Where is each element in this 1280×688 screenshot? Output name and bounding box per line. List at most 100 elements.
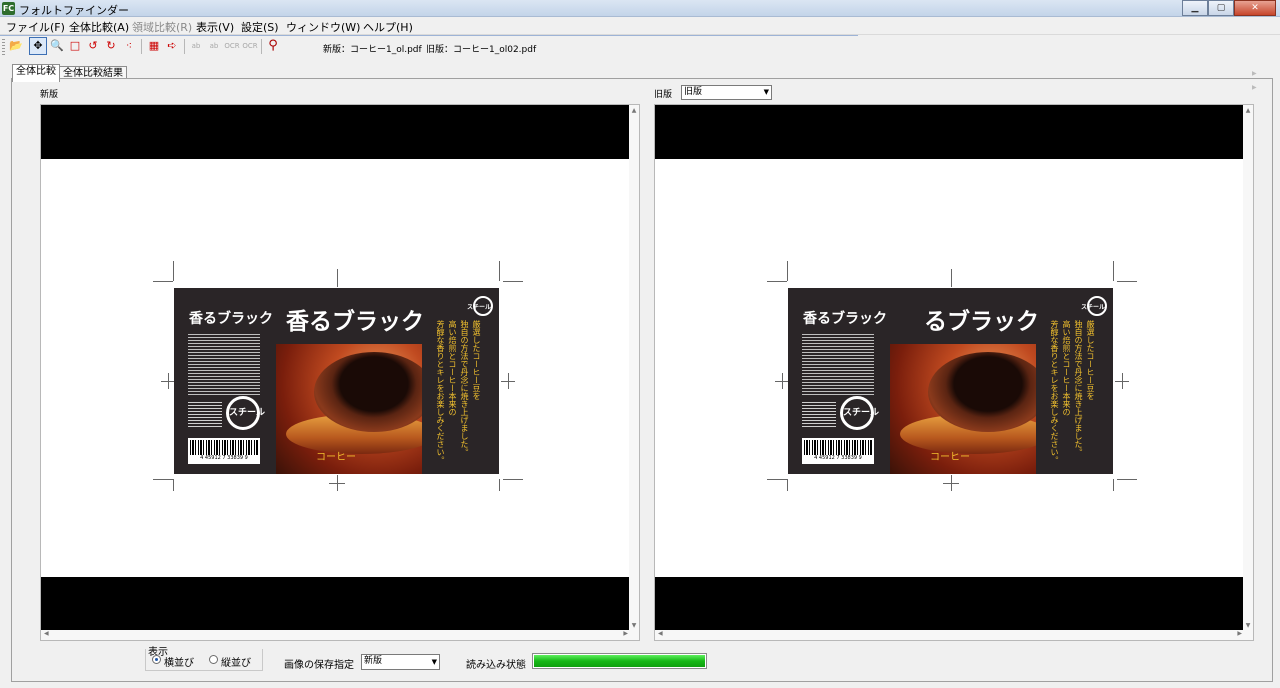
crop-mark — [337, 475, 338, 491]
barcode-number: 4 45912 7 33839 9 — [200, 455, 248, 461]
steel-recycle-small-label: スチール — [1080, 304, 1105, 311]
barcode: 4 45912 7 33839 9 — [802, 438, 874, 464]
load-progress-fill — [534, 655, 705, 667]
crop-mark — [1117, 281, 1137, 282]
barcode-bars — [804, 440, 872, 455]
old-file-label: 旧版：コーヒー1_ol02.pdf — [426, 45, 537, 55]
scroll-up-icon[interactable]: ▲ — [629, 107, 639, 114]
menu-settings[interactable]: 設定(S) — [241, 19, 279, 35]
chevron-down-icon: ▼ — [431, 658, 437, 666]
save-image-select-value: 新版 — [364, 656, 383, 666]
crop-mark — [1122, 373, 1123, 389]
brand-name-small: 香るブラック — [803, 311, 887, 327]
save-image-select[interactable]: 新版 ▼ — [361, 654, 440, 670]
toolbar-grip[interactable] — [2, 39, 5, 55]
crop-mark — [499, 261, 500, 281]
scroll-up-icon[interactable]: ▲ — [1243, 107, 1253, 114]
close-button[interactable]: ✕ — [1234, 0, 1276, 16]
scroll-down-icon[interactable]: ▼ — [1243, 622, 1253, 629]
photo-caption: コーヒー — [930, 452, 970, 463]
label-artwork: 香るブラック 香るブラック スチール スチール 4 45912 7 33839 … — [153, 261, 523, 491]
ocr-1-icon[interactable]: ab — [188, 38, 204, 54]
crop-mark — [951, 475, 952, 491]
radio-side-by-side-label[interactable]: 横並び — [164, 654, 194, 669]
menu-help[interactable]: ヘルプ(H) — [363, 19, 413, 35]
ocr-4-icon[interactable]: OCR — [242, 38, 258, 54]
export-icon[interactable]: ➪ — [164, 38, 180, 54]
chevron-down-icon: ▼ — [763, 88, 769, 96]
compare-icon[interactable]: ▦ — [146, 38, 162, 54]
crop-mark — [503, 479, 523, 480]
old-version-canvas[interactable]: 香るブラック るブラック スチール スチール 4 45912 7 33839 9… — [655, 105, 1245, 631]
radio-stacked[interactable] — [209, 655, 218, 664]
maximize-button[interactable]: ▢ — [1208, 0, 1234, 16]
scroll-left-icon[interactable]: ◀ — [44, 630, 49, 637]
toolbar: 📂 ✥ 🔍 □ ↺ ↻ ⁖ ▦ ➪ ab ab OCR OCR ⚲ 新版：コーヒ… — [0, 36, 1280, 58]
old-version-label: 旧版 — [654, 90, 673, 100]
scroll-left-icon[interactable]: ◀ — [658, 630, 663, 637]
zoom-icon[interactable]: 🔍 — [49, 38, 65, 54]
scroll-right-icon[interactable]: ▶ — [1237, 630, 1242, 637]
vertical-scrollbar[interactable]: ▲ ▼ — [629, 105, 639, 631]
ocr-3-icon[interactable]: OCR — [224, 38, 240, 54]
scatter-icon[interactable]: ⁖ — [121, 38, 137, 54]
barcode: 4 45912 7 33839 9 — [188, 438, 260, 464]
page-bottom-band — [41, 577, 631, 631]
pan-icon[interactable]: ✥ — [29, 37, 47, 55]
cup-shape — [928, 352, 1036, 432]
scroll-down-icon[interactable]: ▼ — [629, 622, 639, 629]
old-version-viewer[interactable]: 香るブラック るブラック スチール スチール 4 45912 7 33839 9… — [654, 104, 1254, 641]
crop-mark — [173, 261, 174, 281]
panel-scroll-arrows[interactable]: ▶ ▶ — [1252, 67, 1257, 95]
ocr-2-icon[interactable]: ab — [206, 38, 222, 54]
crop-mark — [1113, 261, 1114, 281]
vertical-copy-line: 芳醇な香りとキレをお楽しみください。 — [1050, 320, 1059, 464]
brand-name-large: るブラック — [924, 308, 1039, 335]
tab-full-compare[interactable]: 全体比較 — [12, 64, 60, 82]
new-version-canvas[interactable]: 香るブラック 香るブラック スチール スチール 4 45912 7 33839 … — [41, 105, 631, 631]
crop-mark — [767, 281, 787, 282]
rectangle-select-icon[interactable]: □ — [67, 38, 83, 54]
old-version-select[interactable]: 旧版 ▼ — [681, 85, 772, 100]
steel-recycle-label: スチール — [229, 408, 266, 418]
menu-full-compare[interactable]: 全体比較(A) — [69, 19, 129, 35]
toolbar-separator — [261, 39, 262, 54]
horizontal-scrollbar[interactable]: ◀ ▶ — [41, 630, 631, 640]
menu-region-compare[interactable]: 領域比較(R) — [132, 19, 192, 35]
new-version-label: 新版 — [40, 90, 59, 100]
page-top-band — [655, 105, 1245, 159]
horizontal-scrollbar[interactable]: ◀ ▶ — [655, 630, 1245, 640]
radio-side-by-side[interactable] — [152, 655, 161, 664]
coffee-cup-photo: コーヒー — [276, 344, 422, 474]
brand-name-large: 香るブラック — [286, 308, 424, 335]
new-version-viewer[interactable]: 香るブラック 香るブラック スチール スチール 4 45912 7 33839 … — [40, 104, 640, 641]
menu-window[interactable]: ウィンドウ(W) — [286, 19, 360, 35]
crop-mark — [499, 479, 500, 491]
scroll-right-icon[interactable]: ▶ — [623, 630, 628, 637]
minimize-button[interactable]: ▁ — [1182, 0, 1208, 16]
photo-caption: コーヒー — [316, 452, 356, 463]
rotate-right-icon[interactable]: ↻ — [103, 38, 119, 54]
barcode-bars — [190, 440, 258, 455]
menu-file[interactable]: ファイル(F) — [6, 19, 65, 35]
crop-mark — [337, 269, 338, 287]
ingredient-text-block — [802, 332, 874, 396]
vertical-copy-line: 高い焙煎とコーヒー本来の — [1062, 320, 1071, 416]
rotate-left-icon[interactable]: ↺ — [85, 38, 101, 54]
open-folder-icon[interactable]: 📂 — [8, 38, 24, 54]
crop-mark — [782, 373, 783, 389]
old-version-select-value: 旧版 — [684, 87, 703, 97]
radio-stacked-label[interactable]: 縦並び — [221, 654, 251, 669]
crop-mark — [173, 479, 174, 491]
menu-view[interactable]: 表示(V) — [196, 19, 234, 35]
toolbar-separator — [141, 39, 142, 54]
barcode-number: 4 45912 7 33839 9 — [814, 455, 862, 461]
crop-mark — [153, 281, 173, 282]
inspect-icon[interactable]: ⚲ — [265, 38, 281, 54]
vertical-scrollbar[interactable]: ▲ ▼ — [1243, 105, 1253, 631]
crop-mark — [1113, 479, 1114, 491]
page-top-band — [41, 105, 631, 159]
coffee-cup-photo: コーヒー — [890, 344, 1036, 474]
vertical-copy-line: 芳醇な香りとキレをお楽しみください。 — [436, 320, 445, 464]
steel-recycle-small-label: スチール — [466, 304, 491, 311]
